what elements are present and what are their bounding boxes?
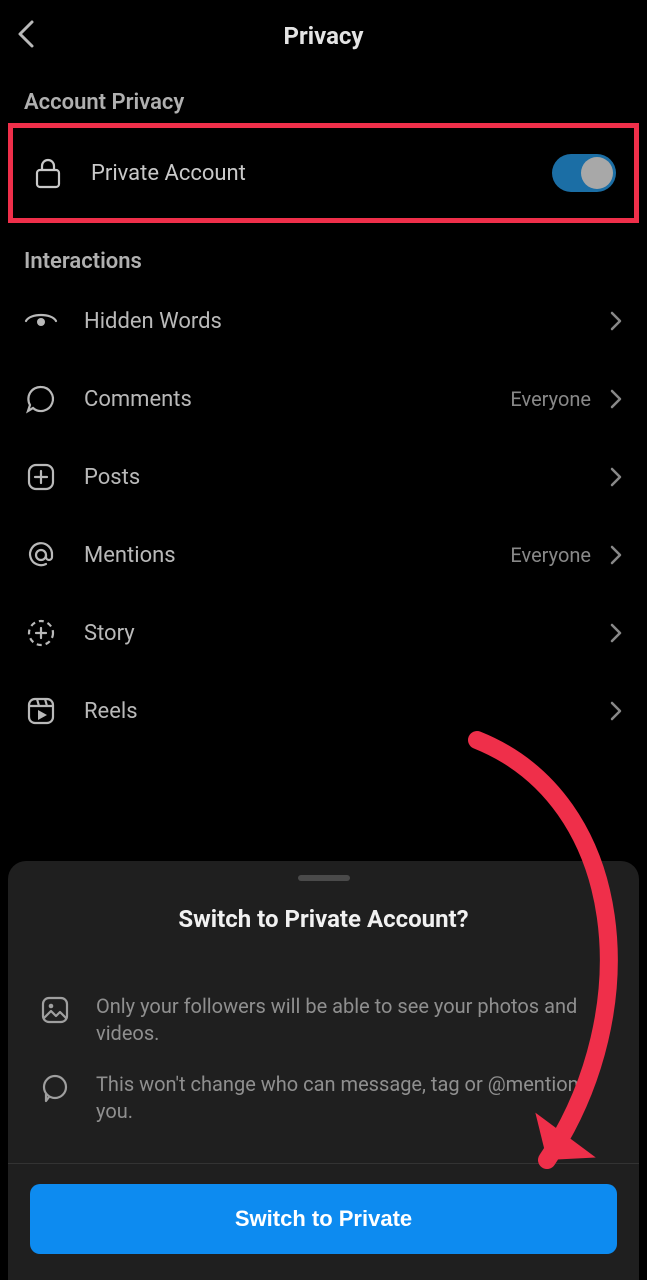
header: Privacy bbox=[0, 0, 647, 72]
chevron-left-icon bbox=[16, 18, 36, 50]
row-mentions[interactable]: Mentions Everyone bbox=[0, 516, 647, 594]
sheet-bullet: This won't change who can message, tag o… bbox=[8, 1059, 639, 1137]
row-label: Reels bbox=[84, 699, 591, 724]
comment-icon bbox=[38, 1071, 72, 1105]
toggle-knob bbox=[581, 157, 613, 189]
back-button[interactable] bbox=[16, 18, 36, 54]
chevron-right-icon bbox=[609, 543, 623, 567]
section-header-interactions: Interactions bbox=[0, 223, 647, 282]
reels-icon bbox=[24, 694, 58, 728]
row-reels[interactable]: Reels bbox=[0, 672, 647, 750]
row-label: Posts bbox=[84, 465, 591, 490]
sheet-bullet: Only your followers will be able to see … bbox=[8, 981, 639, 1059]
comment-icon bbox=[24, 382, 58, 416]
switch-to-private-button[interactable]: Switch to Private bbox=[30, 1184, 617, 1254]
row-label: Comments bbox=[84, 387, 510, 412]
section-header-account-privacy: Account Privacy bbox=[0, 72, 647, 123]
story-icon bbox=[24, 616, 58, 650]
chevron-right-icon bbox=[609, 309, 623, 333]
sheet-divider bbox=[8, 1163, 639, 1164]
chevron-right-icon bbox=[609, 621, 623, 645]
hidden-words-icon bbox=[24, 304, 58, 338]
sheet-title: Switch to Private Account? bbox=[8, 905, 639, 933]
row-label: Story bbox=[84, 621, 591, 646]
lock-icon bbox=[31, 156, 65, 190]
plus-square-icon bbox=[24, 460, 58, 494]
private-account-label: Private Account bbox=[91, 161, 552, 186]
row-private-account[interactable]: Private Account bbox=[13, 128, 634, 218]
private-account-toggle[interactable] bbox=[552, 154, 616, 192]
row-label: Hidden Words bbox=[84, 309, 591, 334]
row-posts[interactable]: Posts bbox=[0, 438, 647, 516]
page-title: Privacy bbox=[16, 22, 631, 50]
switch-private-sheet: Switch to Private Account? Only your fol… bbox=[8, 861, 639, 1280]
row-value: Everyone bbox=[510, 543, 591, 567]
row-comments[interactable]: Comments Everyone bbox=[0, 360, 647, 438]
sheet-bullet-text: Only your followers will be able to see … bbox=[96, 993, 609, 1047]
row-label: Mentions bbox=[84, 543, 510, 568]
sheet-grabber[interactable] bbox=[298, 875, 350, 881]
annotation-highlight-box: Private Account bbox=[8, 123, 639, 223]
chevron-right-icon bbox=[609, 699, 623, 723]
chevron-right-icon bbox=[609, 387, 623, 411]
row-story[interactable]: Story bbox=[0, 594, 647, 672]
sheet-bullet-text: This won't change who can message, tag o… bbox=[96, 1071, 609, 1125]
photo-icon bbox=[38, 993, 72, 1027]
at-icon bbox=[24, 538, 58, 572]
row-value: Everyone bbox=[510, 387, 591, 411]
row-hidden-words[interactable]: Hidden Words bbox=[0, 282, 647, 360]
chevron-right-icon bbox=[609, 465, 623, 489]
